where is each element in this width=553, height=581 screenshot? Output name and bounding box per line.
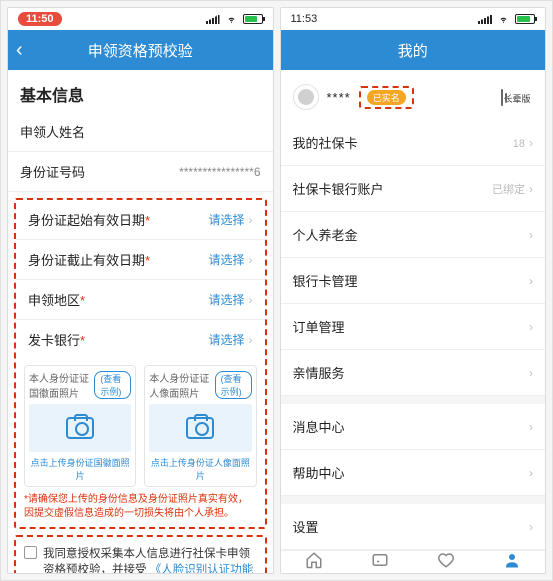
menu-social-card[interactable]: 我的社保卡18› xyxy=(281,120,546,166)
picker-id-end[interactable]: 身份证截止有效日期* 请选择› xyxy=(16,240,265,280)
menu-bank-account[interactable]: 社保卡银行账户已绑定› xyxy=(281,166,546,212)
nav-title: 申领资格预校验 xyxy=(88,40,193,61)
upload-title: 本人身份证证国徽面照片 xyxy=(29,370,94,400)
person-icon xyxy=(228,412,246,442)
example-button[interactable]: (查看示例) xyxy=(94,371,131,399)
nav-title: 我的 xyxy=(398,40,428,61)
chevron-right-icon: › xyxy=(529,420,533,434)
row-idno: 身份证号码 ****************6 xyxy=(8,152,273,192)
example-button[interactable]: (查看示例) xyxy=(215,371,252,399)
menu-orders[interactable]: 订单管理› xyxy=(281,304,546,350)
avatar[interactable] xyxy=(293,84,319,110)
elder-mode-label: 长辈版 xyxy=(503,94,530,104)
upload-caption: 点击上传身份证人像面照片 xyxy=(149,456,251,482)
tab-life[interactable]: 便民生活 xyxy=(413,551,479,573)
name-label: 申领人姓名 xyxy=(20,122,85,141)
tab-label: 人社办事 xyxy=(362,571,398,573)
menu-messages[interactable]: 消息中心› xyxy=(281,396,546,450)
picker-label: 身份证截止有效日期 xyxy=(28,253,145,268)
chevron-right-icon: › xyxy=(529,182,533,196)
idno-label: 身份证号码 xyxy=(20,162,85,181)
picker-value: 请选择 xyxy=(208,293,244,307)
menu-pension[interactable]: 个人养老金› xyxy=(281,212,546,258)
chevron-right-icon: › xyxy=(249,213,253,227)
picker-id-start[interactable]: 身份证起始有效日期* 请选择› xyxy=(16,200,265,240)
verified-badge: 已实名 xyxy=(367,90,406,105)
menu-bankcard[interactable]: 银行卡管理› xyxy=(281,258,546,304)
chevron-right-icon: › xyxy=(529,274,533,288)
camera-icon xyxy=(186,417,214,439)
chevron-right-icon: › xyxy=(529,466,533,480)
home-icon xyxy=(305,551,323,569)
picker-value: 请选择 xyxy=(208,253,244,267)
picker-value: 请选择 xyxy=(208,213,244,227)
picker-value: 请选择 xyxy=(208,333,244,347)
agree-checkbox[interactable] xyxy=(24,546,37,559)
picker-label: 申领地区 xyxy=(28,293,80,308)
elder-mode-button[interactable]: 长辈版 xyxy=(499,90,533,105)
camera-icon xyxy=(66,417,94,439)
picker-label: 身份证起始有效日期 xyxy=(28,213,145,228)
form-highlight-box: 身份证起始有效日期* 请选择› 身份证截止有效日期* 请选择› 申领地区* 请选… xyxy=(14,198,267,529)
picker-bank[interactable]: 发卡银行* 请选择› xyxy=(16,320,265,359)
menu-help[interactable]: 帮助中心› xyxy=(281,450,546,496)
status-time: 11:53 xyxy=(291,13,318,25)
profile-name-masked: **** xyxy=(327,90,351,105)
wifi-icon xyxy=(497,14,510,24)
user-icon xyxy=(503,551,521,569)
battery-icon xyxy=(243,14,263,24)
tab-label: 便民生活 xyxy=(428,571,464,573)
verified-badge-highlight: 已实名 xyxy=(359,86,414,109)
chevron-right-icon: › xyxy=(249,293,253,307)
idno-value: ****************6 xyxy=(179,165,260,179)
status-time: 11:50 xyxy=(18,12,62,26)
menu-family[interactable]: 亲情服务› xyxy=(281,350,546,396)
chevron-right-icon: › xyxy=(529,136,533,150)
card-icon xyxy=(371,551,389,569)
chevron-right-icon: › xyxy=(529,520,533,534)
upload-id-back[interactable]: 本人身份证证人像面照片 (查看示例) 点击上传身份证人像面照片 xyxy=(144,365,256,487)
signal-icon xyxy=(478,14,492,24)
upload-caption: 点击上传身份证国徽面照片 xyxy=(29,456,131,482)
picker-label: 发卡银行 xyxy=(28,333,80,348)
agree-highlight-box[interactable]: 我同意授权采集本人信息进行社保卡申领资格预校验，并接受 《人脸识别认证功能授权协… xyxy=(14,535,267,573)
back-icon[interactable]: ‹ xyxy=(16,39,23,62)
tab-mine[interactable]: 我的 xyxy=(479,551,545,573)
signal-icon xyxy=(206,14,220,24)
heart-icon xyxy=(437,551,455,569)
tab-label: 我的 xyxy=(503,571,521,573)
chevron-right-icon: › xyxy=(529,320,533,334)
tab-social[interactable]: 人社办事 xyxy=(347,551,413,573)
chevron-right-icon: › xyxy=(529,366,533,380)
row-name: 申领人姓名 xyxy=(8,112,273,152)
warning-text: *请确保您上传的身份信息及身份证照片真实有效，因提交虚假信息造成的一切损失将由个… xyxy=(16,489,265,521)
tab-home[interactable]: 首页 xyxy=(281,551,347,573)
picker-region[interactable]: 申领地区* 请选择› xyxy=(16,280,265,320)
section-heading: 基本信息 xyxy=(8,70,273,112)
tab-label: 首页 xyxy=(305,571,323,573)
upload-title: 本人身份证证人像面照片 xyxy=(149,370,214,400)
menu-settings[interactable]: 设置› xyxy=(281,496,546,550)
upload-id-front[interactable]: 本人身份证证国徽面照片 (查看示例) 点击上传身份证国徽面照片 xyxy=(24,365,136,487)
chevron-right-icon: › xyxy=(249,253,253,267)
chevron-right-icon: › xyxy=(249,333,253,347)
wifi-icon xyxy=(225,14,238,24)
chevron-right-icon: › xyxy=(529,228,533,242)
battery-icon xyxy=(515,14,535,24)
